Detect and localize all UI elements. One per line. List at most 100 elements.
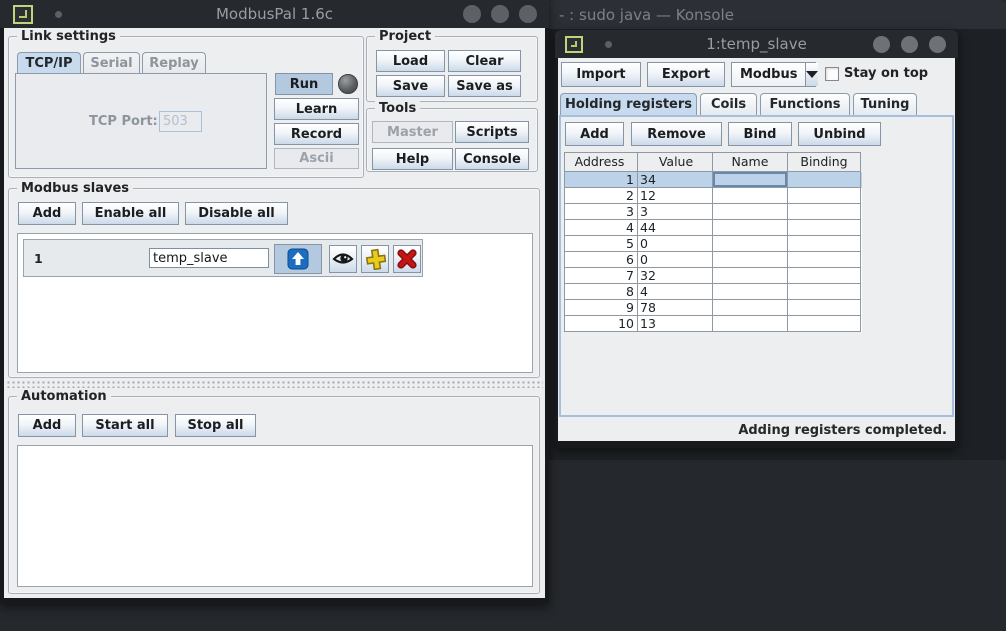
stop-all-button[interactable]: Stop all	[175, 414, 256, 437]
cell-address[interactable]: 4	[564, 220, 638, 236]
cell-binding[interactable]	[788, 300, 861, 316]
save-button[interactable]: Save	[376, 75, 445, 97]
maximize-button[interactable]	[901, 36, 918, 53]
cell-binding[interactable]	[788, 204, 861, 220]
register-add-button[interactable]: Add	[565, 122, 624, 146]
cell-value[interactable]: 0	[638, 252, 713, 268]
slave-enable-toggle[interactable]	[274, 244, 322, 274]
cell-binding[interactable]	[788, 316, 861, 332]
cell-address[interactable]: 8	[564, 284, 638, 300]
save-as-button[interactable]: Save as	[448, 75, 521, 97]
slave-duplicate-button[interactable]	[361, 245, 389, 273]
cell-address[interactable]: 10	[564, 316, 638, 332]
register-remove-button[interactable]: Remove	[631, 122, 722, 146]
slave-titlebar[interactable]: 1:temp_slave	[555, 30, 958, 58]
run-button[interactable]: Run	[275, 73, 333, 95]
slave-row[interactable]: 1 temp_slave	[23, 239, 423, 277]
slave-add-button[interactable]: Add	[18, 202, 76, 225]
cell-address[interactable]: 3	[564, 204, 638, 220]
cell-name[interactable]	[713, 252, 788, 268]
console-button[interactable]: Console	[455, 148, 529, 170]
table-row[interactable]: 9 78	[564, 300, 862, 316]
cell-name[interactable]	[713, 204, 788, 220]
register-bind-button[interactable]: Bind	[728, 122, 792, 146]
cell-address[interactable]: 7	[564, 268, 638, 284]
minimize-button[interactable]	[873, 36, 890, 53]
cell-value[interactable]: 44	[638, 220, 713, 236]
tab-functions[interactable]: Functions	[760, 93, 850, 115]
table-row[interactable]: 4 44	[564, 220, 862, 236]
konsole-titlebar[interactable]: - : sudo java — Konsole	[549, 0, 1006, 29]
binding-class-combo[interactable]: Modbus	[731, 62, 816, 87]
cell-value[interactable]: 12	[638, 188, 713, 204]
tab-serial[interactable]: Serial	[83, 52, 140, 73]
cell-value[interactable]: 0	[638, 236, 713, 252]
col-address[interactable]: Address	[564, 152, 638, 172]
cell-binding[interactable]	[788, 220, 861, 236]
table-row[interactable]: 7 32	[564, 268, 862, 284]
cell-name[interactable]	[713, 300, 788, 316]
cell-value[interactable]: 32	[638, 268, 713, 284]
table-row[interactable]: 10 13	[564, 316, 862, 332]
enable-all-button[interactable]: Enable all	[82, 202, 179, 225]
tcp-port-field[interactable]: 503	[159, 111, 202, 132]
cell-value[interactable]: 78	[638, 300, 713, 316]
stay-on-top-checkbox[interactable]	[825, 67, 839, 81]
cell-name[interactable]	[713, 284, 788, 300]
cell-binding[interactable]	[788, 284, 861, 300]
cell-binding[interactable]	[788, 172, 861, 188]
tab-replay[interactable]: Replay	[142, 52, 206, 73]
cell-name[interactable]	[713, 268, 788, 284]
cell-value[interactable]: 4	[638, 284, 713, 300]
col-binding[interactable]: Binding	[788, 152, 861, 172]
col-name[interactable]: Name	[713, 152, 788, 172]
table-row[interactable]: 6 0	[564, 252, 862, 268]
tab-coils[interactable]: Coils	[700, 93, 757, 115]
learn-button[interactable]: Learn	[274, 98, 359, 120]
table-row[interactable]: 2 12	[564, 188, 862, 204]
cell-address[interactable]: 5	[564, 236, 638, 252]
close-button[interactable]	[929, 36, 946, 53]
cell-address[interactable]: 1	[564, 172, 638, 188]
slave-name-field[interactable]: temp_slave	[149, 248, 269, 268]
cell-name[interactable]	[713, 236, 788, 252]
minimize-button[interactable]	[463, 5, 481, 23]
automation-add-button[interactable]: Add	[18, 414, 76, 437]
export-button[interactable]: Export	[647, 62, 725, 87]
close-button[interactable]	[519, 5, 537, 23]
cell-value[interactable]: 34	[638, 172, 713, 188]
record-button[interactable]: Record	[274, 123, 359, 145]
cell-name[interactable]	[713, 172, 788, 188]
cell-address[interactable]: 6	[564, 252, 638, 268]
cell-binding[interactable]	[788, 188, 861, 204]
table-row[interactable]: 5 0	[564, 236, 862, 252]
tab-tcpip[interactable]: TCP/IP	[17, 52, 81, 73]
register-unbind-button[interactable]: Unbind	[798, 122, 881, 146]
load-button[interactable]: Load	[376, 50, 445, 72]
split-divider[interactable]	[6, 380, 543, 388]
slave-view-button[interactable]	[329, 245, 357, 273]
import-button[interactable]: Import	[561, 62, 641, 87]
cell-value[interactable]: 3	[638, 204, 713, 220]
tab-tuning[interactable]: Tuning	[853, 93, 917, 115]
start-all-button[interactable]: Start all	[82, 414, 168, 437]
cell-address[interactable]: 9	[564, 300, 638, 316]
table-header[interactable]: Address Value Name Binding	[564, 152, 862, 172]
cell-name[interactable]	[713, 316, 788, 332]
maximize-button[interactable]	[491, 5, 509, 23]
cell-binding[interactable]	[788, 236, 861, 252]
help-button[interactable]: Help	[372, 148, 453, 170]
combo-arrow-button[interactable]	[805, 63, 818, 86]
cell-name[interactable]	[713, 220, 788, 236]
table-row[interactable]: 1 34	[564, 172, 862, 188]
tab-holding-registers[interactable]: Holding registers	[560, 93, 697, 115]
table-row[interactable]: 8 4	[564, 284, 862, 300]
cell-binding[interactable]	[788, 268, 861, 284]
table-row[interactable]: 3 3	[564, 204, 862, 220]
clear-button[interactable]: Clear	[448, 50, 521, 72]
modbuspal-titlebar[interactable]: ModbusPal 1.6c	[0, 0, 549, 28]
scripts-button[interactable]: Scripts	[455, 121, 529, 143]
slave-delete-button[interactable]	[393, 245, 421, 273]
cell-value[interactable]: 13	[638, 316, 713, 332]
cell-binding[interactable]	[788, 252, 861, 268]
